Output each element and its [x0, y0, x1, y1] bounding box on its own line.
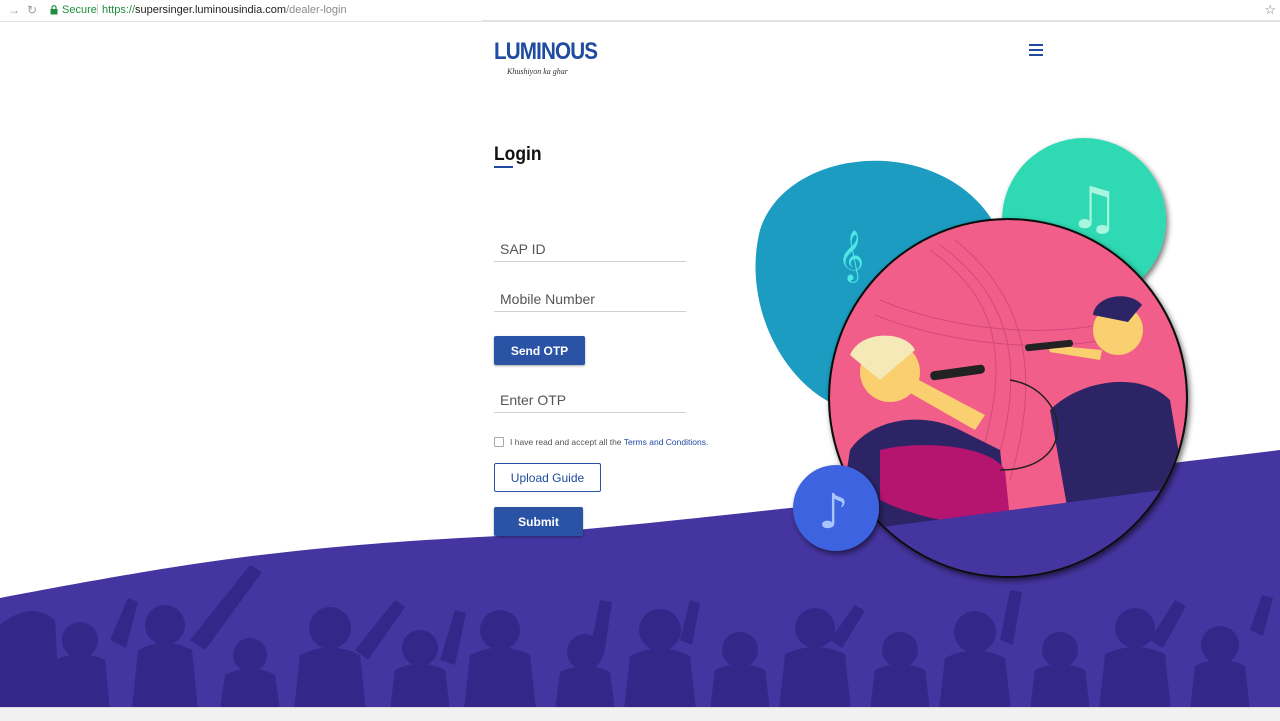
brand-tagline: Khushiyon ka ghar — [507, 67, 568, 76]
terms-row: I have read and accept all the Terms and… — [494, 437, 708, 447]
page-title: Login — [494, 144, 542, 165]
treble-clef-icon: 𝄞 — [838, 230, 864, 283]
mobile-number-input[interactable] — [494, 286, 686, 312]
submit-button[interactable]: Submit — [494, 507, 583, 536]
hero-illustration: 𝄞 ♫ ♪ — [0, 138, 1280, 710]
terms-text: I have read and accept all the — [510, 437, 624, 447]
browser-bottom-bar — [0, 707, 1280, 721]
title-underline — [494, 166, 513, 168]
otp-input[interactable] — [494, 387, 686, 413]
luminous-logo[interactable]: LUMINOUS Khushiyon ka ghar — [494, 38, 614, 77]
upload-guide-button[interactable]: Upload Guide — [494, 463, 601, 492]
brand-name: LUMINOUS — [494, 38, 598, 65]
hamburger-menu-icon[interactable] — [1029, 44, 1043, 58]
terms-checkbox[interactable] — [494, 437, 504, 447]
terms-link[interactable]: Terms and Conditions — [624, 437, 706, 447]
sap-id-input[interactable] — [494, 236, 686, 262]
eighth-note-icon: ♪ — [818, 484, 849, 540]
terms-suffix: . — [705, 437, 709, 447]
send-otp-button[interactable]: Send OTP — [494, 336, 585, 365]
